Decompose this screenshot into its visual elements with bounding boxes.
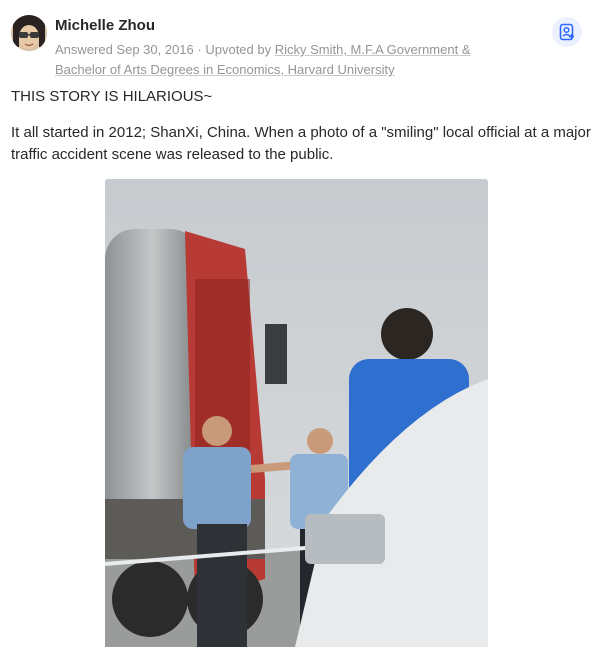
meta-separator: · — [193, 42, 206, 57]
answer-photo[interactable] — [105, 179, 488, 647]
accident-scene-photo — [105, 179, 488, 647]
upvoted-prefix: Upvoted by — [205, 42, 275, 57]
author-name[interactable]: Michelle Zhou — [55, 17, 155, 34]
author-avatar[interactable] — [11, 15, 47, 51]
answered-date[interactable]: Answered Sep 30, 2016 — [55, 42, 194, 57]
follow-button[interactable] — [552, 17, 582, 47]
avatar-image — [11, 15, 47, 51]
answer-paragraph-1: THIS STORY IS HILARIOUS~ — [11, 88, 213, 105]
person-add-icon — [559, 23, 574, 41]
answer-meta: Answered Sep 30, 2016 · Upvoted by Ricky… — [55, 40, 525, 80]
answer-paragraph-2: It all started in 2012; ShanXi, China. W… — [11, 124, 591, 163]
